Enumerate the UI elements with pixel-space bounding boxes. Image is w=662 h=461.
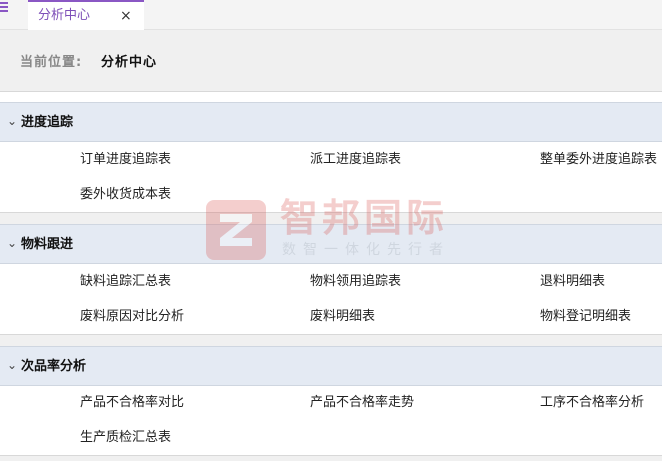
section-header-progress-tracking[interactable]: ⌄ 进度追踪 [0, 102, 662, 142]
section-divider [0, 334, 662, 346]
breadcrumb-current: 分析中心 [101, 55, 158, 70]
report-link-outsourcing-receipt-cost[interactable]: 委外收货成本表 [80, 186, 171, 204]
breadcrumb-label: 当前位置: [20, 55, 83, 70]
section-body-material-followup: 缺料追踪汇总表 物料领用追踪表 退料明细表 废料原因对比分析 废料明细表 物料登… [0, 264, 662, 334]
section-header-material-followup[interactable]: ⌄ 物料跟进 [0, 224, 662, 264]
chevron-down-icon[interactable]: ⌄ [7, 233, 17, 253]
tab-analysis-center[interactable]: 分析中心 × [28, 0, 144, 30]
report-link-order-progress[interactable]: 订单进度追踪表 [80, 151, 171, 169]
section-title: 次品率分析 [21, 359, 87, 374]
chevron-down-icon[interactable]: ⌄ [7, 355, 17, 375]
report-link-material-return[interactable]: 退料明细表 [540, 273, 605, 291]
section-body-progress-tracking: 订单进度追踪表 派工进度追踪表 整单委外进度追踪表 委外收货成本表 [0, 142, 662, 212]
section-body-defect-rate: 产品不合格率对比 产品不合格率走势 工序不合格率分析 生产质检汇总表 [0, 386, 662, 461]
section-title: 进度追踪 [21, 115, 74, 130]
section-divider [0, 212, 662, 224]
report-link-scrap-reason-analysis[interactable]: 废料原因对比分析 [80, 308, 184, 326]
section-header-defect-rate[interactable]: ⌄ 次品率分析 [0, 346, 662, 386]
tab-label[interactable]: 分析中心 [38, 7, 90, 25]
report-link-scrap-detail[interactable]: 废料明细表 [310, 308, 375, 326]
breadcrumb: 当前位置: 分析中心 [0, 30, 662, 92]
menu-icon[interactable] [0, 2, 8, 14]
report-link-product-defect-trend[interactable]: 产品不合格率走势 [310, 394, 414, 412]
section-title: 物料跟进 [21, 237, 74, 252]
report-link-product-defect-compare[interactable]: 产品不合格率对比 [80, 394, 184, 412]
report-link-shortage-summary[interactable]: 缺料追踪汇总表 [80, 273, 171, 291]
close-icon[interactable]: × [120, 7, 132, 25]
tab-bar: 分析中心 × [0, 0, 662, 30]
report-link-process-defect-analysis[interactable]: 工序不合格率分析 [540, 394, 644, 412]
chevron-down-icon[interactable]: ⌄ [7, 111, 17, 131]
report-link-dispatch-progress[interactable]: 派工进度追踪表 [310, 151, 401, 169]
report-link-quality-inspection-summary[interactable]: 生产质检汇总表 [80, 429, 171, 447]
report-link-material-registration[interactable]: 物料登记明细表 [540, 308, 631, 326]
report-link-outsourcing-progress[interactable]: 整单委外进度追踪表 [540, 151, 657, 169]
report-link-material-requisition[interactable]: 物料领用追踪表 [310, 273, 401, 291]
section-divider [0, 455, 662, 461]
